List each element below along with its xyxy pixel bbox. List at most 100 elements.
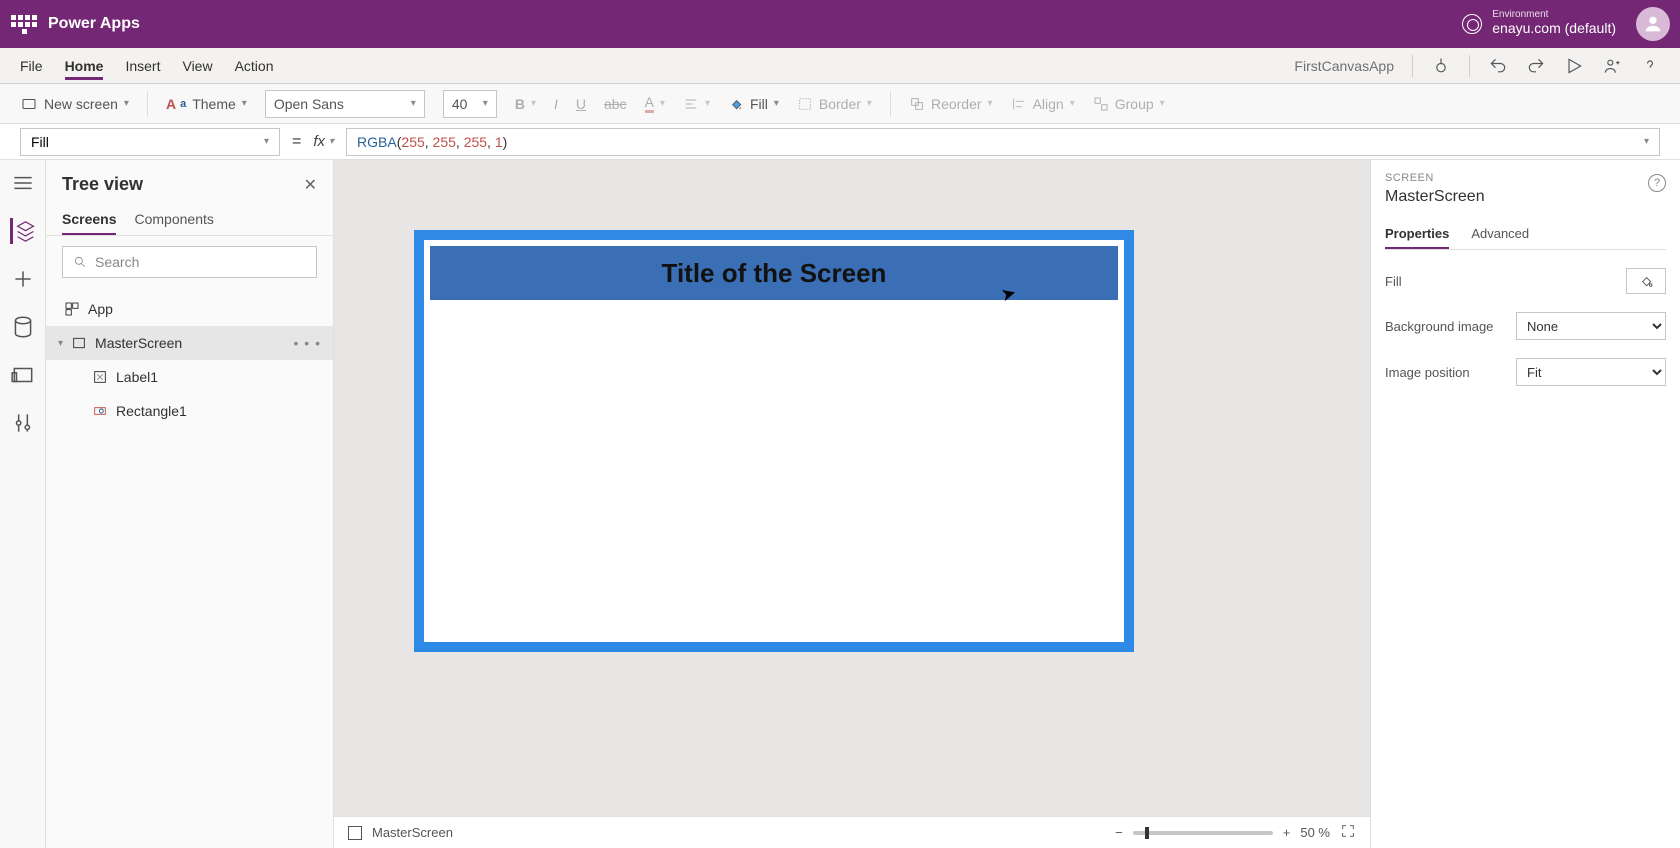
menu-action[interactable]: Action <box>235 52 274 80</box>
tree-item-label: Label1 <box>116 369 158 385</box>
chevron-down-icon[interactable]: ▾ <box>58 338 63 349</box>
screen-stage[interactable]: Title of the Screen ➤ <box>414 230 1134 652</box>
title-label[interactable]: Title of the Screen ➤ <box>430 246 1118 300</box>
media-icon[interactable] <box>10 362 36 388</box>
tree-item-label1[interactable]: Label1 <box>46 360 333 394</box>
tree-item-masterscreen[interactable]: ▾ MasterScreen • • • <box>46 326 333 360</box>
top-bar: Power Apps Environment enayu.com (defaul… <box>0 0 1680 48</box>
info-icon[interactable]: ? <box>1648 174 1666 192</box>
underline-button[interactable]: U <box>576 96 586 112</box>
data-icon[interactable] <box>10 314 36 340</box>
search-placeholder: Search <box>95 254 139 270</box>
insert-icon[interactable] <box>10 266 36 292</box>
group-button[interactable]: Group ▾ <box>1093 96 1165 112</box>
chevron-down-icon: ▾ <box>242 98 247 109</box>
fill-button[interactable]: Fill ▾ <box>728 96 779 112</box>
menu-home[interactable]: Home <box>65 52 104 80</box>
fill-swatch[interactable] <box>1626 268 1666 294</box>
menu-file[interactable]: File <box>20 52 43 80</box>
status-bar: MasterScreen − + 50 % <box>334 816 1370 848</box>
hamburger-icon[interactable] <box>10 170 36 196</box>
ribbon: New screen ▾ Aa Theme ▾ Open Sans ▾ 40 ▾… <box>0 84 1680 124</box>
zoom-out-button[interactable]: − <box>1115 825 1123 840</box>
bold-button[interactable]: B▾ <box>515 96 536 112</box>
tree-item-label: Rectangle1 <box>116 403 187 419</box>
property-value: Fill <box>31 134 49 150</box>
title-label-text: Title of the Screen <box>662 258 887 289</box>
font-color-button[interactable]: A▾ <box>645 94 665 113</box>
share-icon[interactable] <box>1602 56 1622 76</box>
font-value: Open Sans <box>274 96 344 112</box>
formula-fn: RGBA <box>357 134 397 150</box>
group-label: Group <box>1115 96 1154 112</box>
prop-bgimage-label: Background image <box>1385 319 1493 334</box>
strike-button[interactable]: abc <box>604 96 627 112</box>
text-align-button[interactable]: ▾ <box>683 96 710 112</box>
imgpos-select[interactable]: Fit <box>1516 358 1666 386</box>
chevron-down-icon: ▾ <box>774 98 779 109</box>
chevron-down-icon: ▾ <box>483 98 488 109</box>
tab-screens[interactable]: Screens <box>62 205 116 235</box>
separator <box>1469 55 1470 77</box>
environment-block[interactable]: Environment enayu.com (default) <box>1462 10 1616 38</box>
chevron-down-icon: ▾ <box>124 98 129 109</box>
properties-pane: ? SCREEN MasterScreen Properties Advance… <box>1370 160 1680 848</box>
zoom-in-button[interactable]: + <box>1283 825 1291 840</box>
app-title: Power Apps <box>48 15 140 33</box>
close-icon[interactable]: ✕ <box>304 175 317 195</box>
fill-label: Fill <box>750 96 768 112</box>
bgimage-select[interactable]: None <box>1516 312 1666 340</box>
zoom-slider[interactable] <box>1133 831 1273 835</box>
play-icon[interactable] <box>1564 56 1584 76</box>
user-avatar[interactable] <box>1636 7 1670 41</box>
formula-bar: Fill ▾ = fx▾ RGBA(255, 255, 255, 1) ▾ <box>0 124 1680 160</box>
menu-view[interactable]: View <box>182 52 212 80</box>
theme-button[interactable]: Aa Theme ▾ <box>166 96 247 112</box>
chevron-down-icon[interactable]: ▾ <box>1644 136 1649 147</box>
menu-insert[interactable]: Insert <box>125 52 160 80</box>
tree-view-icon[interactable] <box>10 218 36 244</box>
app-name: FirstCanvasApp <box>1294 58 1394 74</box>
tree-title: Tree view <box>62 174 143 195</box>
tree-tabs: Screens Components <box>46 201 333 236</box>
font-size-select[interactable]: 40 ▾ <box>443 90 497 118</box>
separator <box>1412 55 1413 77</box>
redo-icon[interactable] <box>1526 56 1546 76</box>
chevron-down-icon: ▾ <box>264 136 269 147</box>
tree-item-label: App <box>88 301 113 317</box>
props-name: MasterScreen <box>1385 188 1666 206</box>
fx-icon[interactable]: fx▾ <box>313 133 334 150</box>
new-screen-button[interactable]: New screen ▾ <box>20 95 129 113</box>
align-label: Align <box>1033 96 1064 112</box>
tools-icon[interactable] <box>10 410 36 436</box>
property-select[interactable]: Fill ▾ <box>20 128 280 156</box>
border-button[interactable]: Border ▾ <box>797 96 872 112</box>
help-icon[interactable] <box>1640 56 1660 76</box>
zoom-value: 50 % <box>1300 825 1330 840</box>
left-rail <box>0 160 46 848</box>
tab-properties[interactable]: Properties <box>1385 220 1449 249</box>
equals-sign: = <box>292 133 301 151</box>
checker-icon[interactable] <box>1431 56 1451 76</box>
tab-components[interactable]: Components <box>134 205 213 235</box>
italic-button[interactable]: I <box>554 96 558 112</box>
tree-item-label: MasterScreen <box>95 335 182 351</box>
align-button[interactable]: Align ▾ <box>1011 96 1075 112</box>
font-select[interactable]: Open Sans ▾ <box>265 90 425 118</box>
more-icon[interactable]: • • • <box>294 335 321 351</box>
prop-imgpos-label: Image position <box>1385 365 1470 380</box>
fullscreen-icon[interactable] <box>1340 823 1356 842</box>
tree-item-app[interactable]: App <box>46 292 333 326</box>
theme-label: Theme <box>192 96 236 112</box>
tree-item-rectangle1[interactable]: Rectangle1 <box>46 394 333 428</box>
screen-icon <box>348 826 362 840</box>
search-input[interactable]: Search <box>62 246 317 278</box>
formula-input[interactable]: RGBA(255, 255, 255, 1) ▾ <box>346 128 1660 156</box>
canvas-area[interactable]: Title of the Screen ➤ MasterScreen − + 5… <box>334 160 1370 848</box>
reorder-button[interactable]: Reorder ▾ <box>909 96 993 112</box>
border-label: Border <box>819 96 861 112</box>
environment-icon <box>1462 14 1482 34</box>
waffle-icon[interactable] <box>10 10 38 38</box>
tab-advanced[interactable]: Advanced <box>1471 220 1529 249</box>
undo-icon[interactable] <box>1488 56 1508 76</box>
